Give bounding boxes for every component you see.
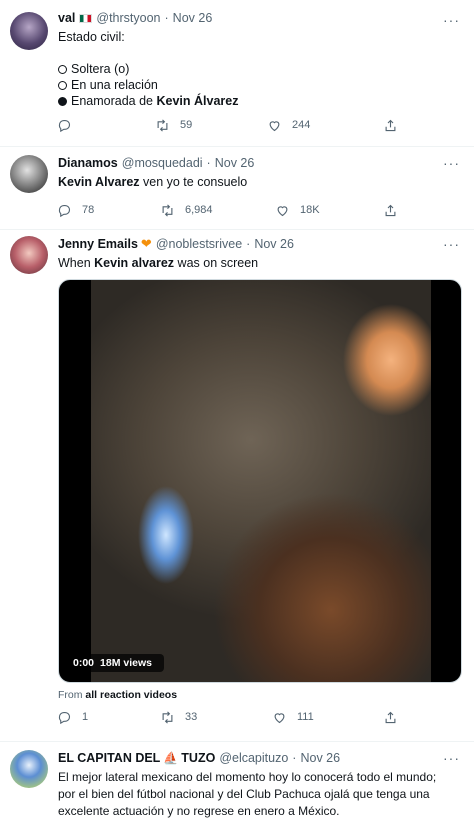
reply-icon	[58, 711, 71, 724]
tweet-text: When Kevin alvarez was on screen	[58, 256, 259, 270]
video-player[interactable]: 0:00 18M views	[58, 279, 462, 683]
tweet-text: Kevin Alvarez ven yo te consuelo	[58, 175, 248, 189]
separator-dot: ·	[206, 156, 211, 170]
empty-circle-icon	[58, 80, 67, 90]
retweet-button[interactable]: 33	[160, 710, 197, 725]
tweet-text: Estado civil: Soltera (o) En una relació…	[58, 29, 462, 109]
retweet-icon	[157, 118, 168, 132]
like-icon	[277, 205, 288, 216]
video-source: From all reaction videos	[58, 689, 178, 701]
retweet-button[interactable]: 6,984	[160, 203, 213, 218]
reply-icon	[58, 119, 71, 132]
share-button[interactable]	[383, 203, 398, 218]
author-name[interactable]: Jenny Emails	[58, 237, 138, 251]
retweet-icon	[162, 710, 173, 724]
author-name[interactable]: val	[58, 11, 75, 25]
mexico-flag-icon	[79, 13, 93, 23]
avatar[interactable]	[10, 12, 48, 50]
avatar[interactable]	[10, 750, 48, 788]
tweet[interactable]: Dianamos @mosquedadi · Nov 26 ··· Kevin …	[0, 147, 474, 230]
tweet[interactable]: val @thrstyoon · Nov 26 ··· Estado civil…	[0, 0, 474, 147]
author-handle[interactable]: @thrstyoon	[96, 11, 160, 25]
separator-dot: ·	[246, 237, 251, 251]
like-button[interactable]: 18K	[275, 203, 320, 218]
avatar[interactable]	[10, 236, 48, 274]
tweet-text: El mejor lateral mexicano del momento ho…	[58, 770, 437, 818]
poll-option: Soltera (o)	[58, 61, 462, 77]
source-link[interactable]: all reaction videos	[85, 689, 177, 701]
like-button[interactable]: 111	[272, 710, 314, 725]
more-icon[interactable]: ···	[443, 750, 460, 766]
reply-button[interactable]: 78	[57, 203, 94, 218]
author-name-suffix[interactable]: TUZO	[181, 751, 215, 765]
share-button[interactable]	[383, 118, 398, 133]
video-time: 0:00	[73, 657, 95, 669]
ship-icon: ⛵	[163, 751, 179, 765]
share-button[interactable]	[383, 710, 398, 725]
share-icon	[385, 119, 396, 131]
video-badge: 0:00 18M views	[67, 654, 164, 672]
reply-button[interactable]	[57, 118, 82, 133]
share-icon	[385, 204, 396, 216]
share-icon	[385, 711, 396, 723]
like-icon	[269, 120, 280, 131]
tweet[interactable]: Jenny Emails ❤ @noblestsrivee · Nov 26 ·…	[0, 230, 474, 742]
tweet-header: EL CAPITAN DEL ⛵ TUZO @elcapituzo · Nov …	[58, 750, 462, 766]
author-name[interactable]: Dianamos	[58, 156, 118, 170]
empty-circle-icon	[58, 64, 67, 74]
tweet-date[interactable]: Nov 26	[254, 237, 294, 251]
author-handle[interactable]: @noblestsrivee	[156, 237, 242, 251]
tweet-date[interactable]: Nov 26	[215, 156, 255, 170]
filled-circle-icon	[58, 96, 67, 106]
tweet-date[interactable]: Nov 26	[173, 11, 213, 25]
more-icon[interactable]: ···	[443, 12, 460, 28]
tweet-date[interactable]: Nov 26	[300, 751, 340, 765]
author-handle[interactable]: @elcapituzo	[219, 751, 288, 765]
more-icon[interactable]: ···	[443, 155, 460, 171]
like-icon	[274, 712, 285, 723]
tweet-actions: 78 6,984 18K	[0, 195, 474, 225]
video-frame	[91, 280, 431, 682]
poll-option: En una relación	[58, 77, 462, 93]
avatar[interactable]	[10, 155, 48, 193]
reply-icon	[58, 204, 71, 217]
video-views: 18M views	[100, 657, 152, 669]
tweet-text-intro: Estado civil:	[58, 30, 125, 44]
tweet-header: val @thrstyoon · Nov 26	[58, 10, 462, 26]
tweet-actions: 1 33 111	[0, 702, 474, 732]
author-handle[interactable]: @mosquedadi	[122, 156, 203, 170]
tweet[interactable]: EL CAPITAN DEL ⛵ TUZO @elcapituzo · Nov …	[0, 742, 474, 823]
separator-dot: ·	[164, 11, 169, 25]
poll-option: Enamorada de Kevin Álvarez	[58, 93, 462, 109]
orange-heart-icon: ❤	[140, 236, 152, 251]
reply-button[interactable]: 1	[57, 710, 88, 725]
tweet-header: Jenny Emails ❤ @noblestsrivee · Nov 26	[58, 236, 462, 252]
retweet-icon	[162, 203, 173, 217]
tweet-header: Dianamos @mosquedadi · Nov 26	[58, 155, 462, 171]
separator-dot: ·	[292, 751, 297, 765]
like-button[interactable]: 244	[267, 118, 310, 133]
author-name[interactable]: EL CAPITAN DEL	[58, 751, 160, 765]
retweet-button[interactable]: 59	[155, 118, 192, 133]
more-icon[interactable]: ···	[443, 236, 460, 252]
tweet-actions: 59 244	[0, 110, 474, 140]
